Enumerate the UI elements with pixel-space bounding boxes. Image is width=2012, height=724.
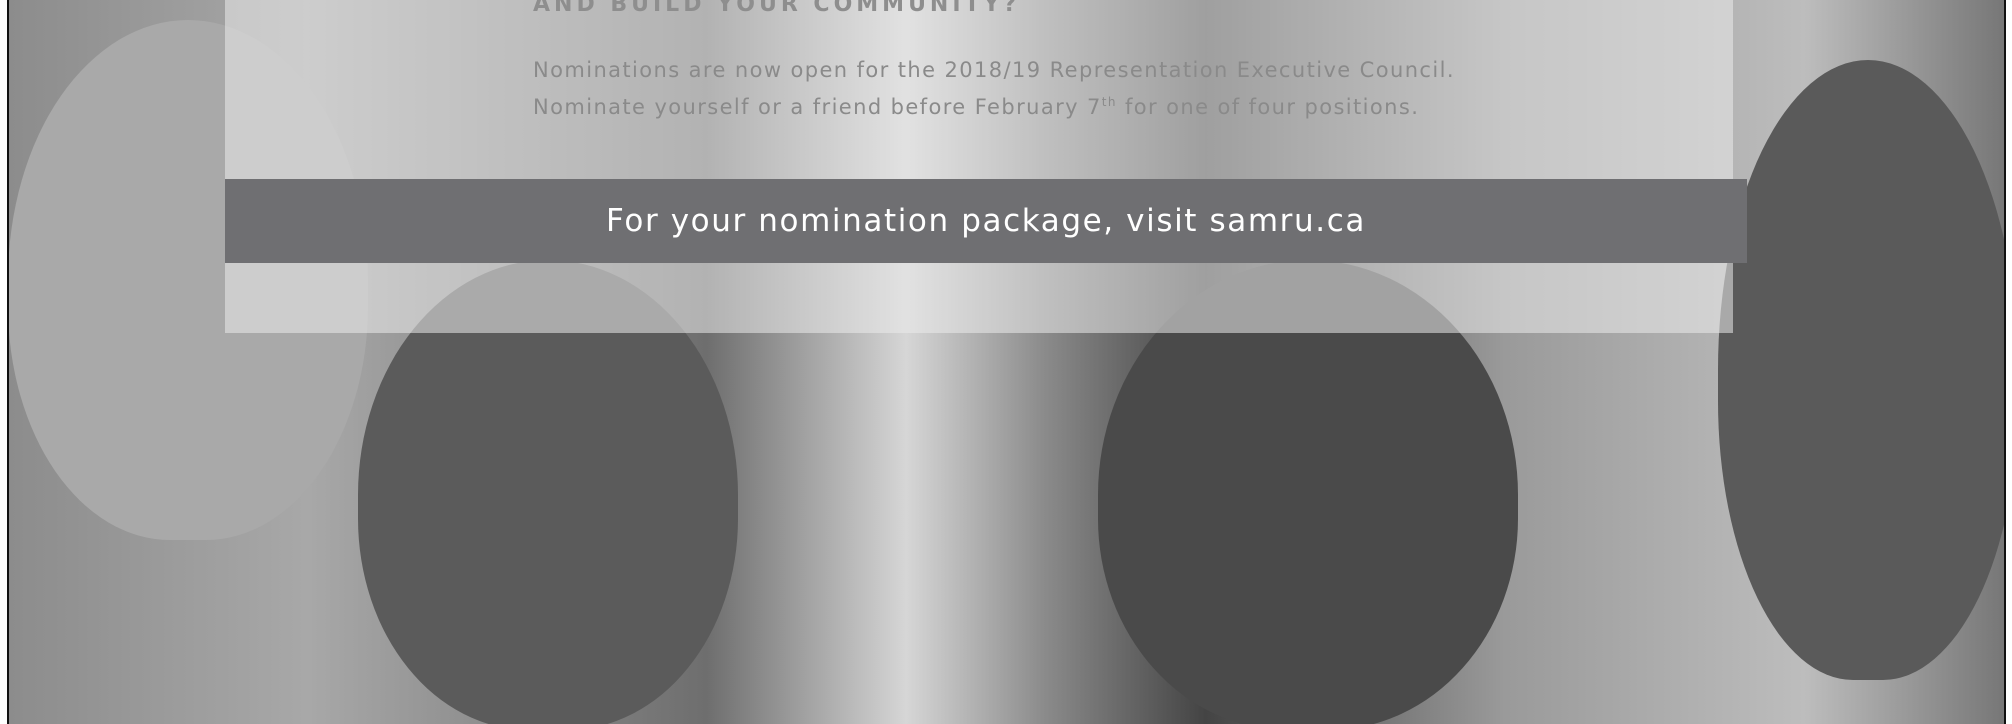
intro-line-2: Nominate yourself or a friend before Feb… [533, 86, 1455, 123]
person-4 [1718, 60, 2004, 680]
intro-text: Nominations are now open for the 2018/19… [533, 54, 1455, 123]
intro-line-1: Nominations are now open for the 2018/19… [533, 58, 1455, 82]
kicker-text: AND BUILD YOUR COMMUNITY? [533, 0, 1021, 17]
intro-line-2-after: for one of four positions. [1116, 95, 1420, 119]
right-border [2004, 0, 2006, 724]
intro-line-2-sup: th [1101, 95, 1117, 109]
left-border [7, 0, 9, 724]
poster: AND BUILD YOUR COMMUNITY? Nominations ar… [0, 0, 2012, 724]
text-overlay [225, 0, 1733, 333]
nomination-cta-banner: For your nomination package, visit samru… [225, 179, 1747, 263]
intro-line-2-before: Nominate yourself or a friend before Feb… [533, 95, 1102, 119]
nomination-cta-text: For your nomination package, visit samru… [606, 203, 1366, 239]
